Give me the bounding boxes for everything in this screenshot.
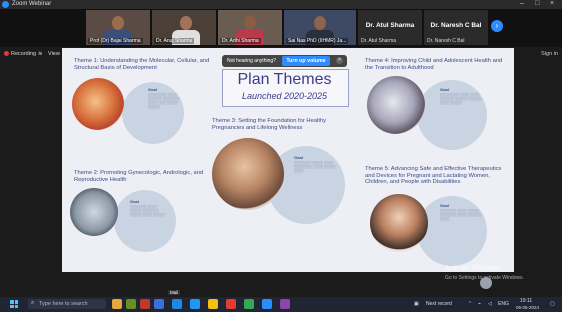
task-view-icon[interactable] [154,299,164,309]
tray-overflow-icon[interactable]: ⌃ [468,301,472,307]
child-care-image [367,76,425,134]
participant-name: Dr. Arthi Sharma [220,38,261,44]
theme-2-goal: Goal ░░░░░░░ ░░░░ ░░░░░ ░░░░░░░ ░░░░░ ░░░… [130,199,165,218]
activate-windows-watermark: Activate Windows [445,265,501,272]
network-icon[interactable]: ⌁ [478,301,481,307]
volume-icon[interactable]: ◁ [488,301,492,307]
theme-5-goal: Goal ░░░░░░░ ░░░░ ░░░░░ ░░░░░░░ ░░░░ ░░░░… [440,203,482,222]
theme-5-title: Theme 5: Advancing Safe and Effective Th… [365,166,502,185]
shared-screen-slide: Plan Themes Launched 2020-2025 Not heari… [62,48,514,272]
participant-display-name: Dr. Naresh C Bal [430,22,482,29]
banner-text: Not hearing anything? [227,58,276,64]
tray-news-text[interactable]: Next record [426,301,452,307]
zoom-logo-icon [2,1,9,8]
embryo-image [72,78,124,130]
participant-name: Dr. Naresh C Bal [427,38,465,44]
view-button[interactable]: View [48,51,60,57]
zoom-taskbar-icon[interactable] [262,299,272,309]
pregnant-couple-image [212,138,284,210]
clock-date[interactable]: 06-05-2024 [516,305,539,310]
theme-3-title: Theme 3: Setting the Foundation for Heal… [212,118,327,131]
chrome-icon[interactable] [244,299,254,309]
next-page-arrow-icon[interactable]: › [491,20,503,32]
widgets-icon[interactable] [126,299,136,309]
turn-up-volume-button[interactable]: Turn up volume [282,56,330,66]
clock-time[interactable]: 19:11 [520,298,532,304]
news-icon[interactable]: ▣ [414,301,419,307]
weather-icon[interactable] [112,299,122,309]
theme-2-title: Theme 2: Promoting Gynecologic, Androlog… [74,170,204,183]
name-tile[interactable]: Dr. Naresh C Bal Dr. Naresh C Bal [424,10,488,45]
search-icon: ⌕ [31,300,35,306]
app-icon[interactable] [140,299,150,309]
wifi-icon: ≋ [38,51,43,57]
file-explorer-icon[interactable] [208,299,218,309]
theme-3-goal: Goal ░░░░░░░ ░░░░░ ░░░░ ░░░░░░░░ ░░░░ ░░░… [294,155,336,174]
title-bar: Zoom Webinar – □ × [0,0,562,9]
edge-icon[interactable] [190,299,200,309]
mail-icon[interactable] [172,299,182,309]
video-tile[interactable]: Sai Nas PhD (IIHMR) Ja... [284,10,356,45]
window-title: Zoom Webinar [12,1,52,7]
audio-notification-banner: Not hearing anything? Turn up volume × [222,55,347,67]
name-tile[interactable]: Dr. Atul Sharma Dr. Atul Sharma [358,10,422,45]
video-tile[interactable]: Dr. Anuj Sharma [152,10,216,45]
theme-1-title: Theme 1: Understanding the Molecular, Ce… [74,58,210,71]
maximize-button[interactable]: □ [535,0,539,7]
theme-1-goal: Goal ░░░░░░░░ ░░░░ ░░░░░░ ░░░░░░░ ░░░░ ░░… [148,87,180,110]
theme-4-title: Theme 4: Improving Child and Adolescent … [365,58,503,71]
close-banner-icon[interactable]: × [336,57,343,64]
taskbar-tooltip: Mail [168,290,181,295]
notifications-icon[interactable]: ▢ [550,301,555,307]
windows-start-icon[interactable] [10,300,18,308]
windows-taskbar: ⌕ Type here to search ▣ Next record ⌃ ⌁ … [0,297,562,312]
pregnant-woman-image [370,194,428,252]
video-tile[interactable]: Prof (Dr) Bajai Sharma [86,10,150,45]
sign-in-link[interactable]: Sign in [541,51,558,57]
participant-name: Dr. Atul Sharma [361,38,397,44]
recording-indicator[interactable]: Recording [4,51,36,57]
video-gallery: Prof (Dr) Bajai Sharma Dr. Anuj Sharma D… [0,9,562,47]
minimize-button[interactable]: – [520,0,524,7]
record-dot-icon [4,51,9,57]
video-tile[interactable]: Dr. Arthi Sharma [218,10,282,45]
participant-name: Dr. Anuj Sharma [154,38,195,44]
store-icon[interactable] [226,299,236,309]
close-button[interactable]: × [550,0,554,7]
slide-subtitle: Launched 2020-2025 [241,91,328,101]
app-icon-2[interactable] [280,299,290,309]
floating-avatar-icon[interactable] [480,277,492,289]
taskbar-search-input[interactable]: ⌕ Type here to search [28,299,106,309]
language-indicator[interactable]: ENG [498,301,509,307]
participant-name: Prof (Dr) Bajai Sharma [88,38,143,44]
theme-4-goal: Goal ░░░░░░░░ ░░░░ ░░░░ ░░░░░░ ░░░░░ ░░░░… [440,87,482,106]
slide-title: Plan Themes [237,71,332,88]
participant-name: Sai Nas PhD (IIHMR) Ja... [286,38,349,44]
participant-display-name: Dr. Atul Sharma [365,22,415,29]
cell-division-image [70,188,118,236]
